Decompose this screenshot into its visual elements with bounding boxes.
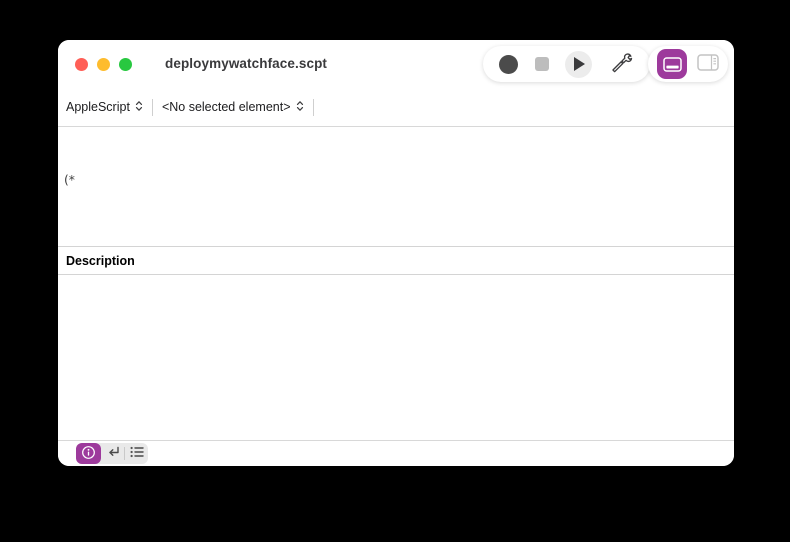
accessory-tab-switcher xyxy=(76,443,148,464)
bundle-contents-button[interactable] xyxy=(697,54,719,74)
traffic-lights xyxy=(75,58,132,71)
language-popup-label: AppleScript xyxy=(66,100,130,114)
close-button[interactable] xyxy=(75,58,88,71)
element-popup-label: <No selected element> xyxy=(162,100,291,114)
accessory-view-button[interactable] xyxy=(657,49,687,79)
language-popup[interactable]: AppleScript xyxy=(66,100,143,115)
script-text-area[interactable]: (* Watch Face Designer Deployer This fil… xyxy=(58,127,734,247)
desktop: { "window": { "title": "deploymywatchfac… xyxy=(0,0,790,542)
popup-chevrons-icon xyxy=(296,100,304,115)
description-tab-button[interactable] xyxy=(76,443,101,464)
stop-button[interactable] xyxy=(535,57,549,71)
bundle-contents-icon xyxy=(697,54,719,74)
navbar-divider xyxy=(313,99,314,116)
stop-icon xyxy=(535,57,549,71)
record-button[interactable] xyxy=(499,55,518,74)
list-icon xyxy=(130,446,144,461)
popup-chevrons-icon xyxy=(135,100,143,115)
return-icon xyxy=(106,446,120,461)
code-line xyxy=(64,223,726,240)
element-popup[interactable]: <No selected element> xyxy=(162,100,304,115)
window-title: deploymywatchface.scpt xyxy=(165,40,327,88)
log-tab-button[interactable] xyxy=(125,443,148,464)
zoom-button[interactable] xyxy=(119,58,132,71)
toolbar-view-group xyxy=(648,46,728,82)
play-icon xyxy=(565,51,592,78)
minimize-button[interactable] xyxy=(97,58,110,71)
description-content-area[interactable] xyxy=(58,275,734,440)
result-tab-button[interactable] xyxy=(101,443,124,464)
script-editor-window: deploymywatchface.scpt xyxy=(58,40,734,466)
run-button[interactable] xyxy=(565,51,592,78)
record-icon xyxy=(499,55,518,74)
navbar-divider xyxy=(152,99,153,116)
info-icon xyxy=(81,445,96,463)
titlebar: deploymywatchface.scpt xyxy=(58,40,734,88)
navigation-bar: AppleScript <No selected element> xyxy=(58,88,734,127)
hammer-icon xyxy=(609,50,634,78)
toolbar-run-group xyxy=(483,46,650,82)
description-header: Description xyxy=(58,247,734,275)
accessory-view-icon xyxy=(657,49,687,79)
compile-button[interactable] xyxy=(609,50,634,78)
code-line: (* xyxy=(64,172,726,189)
bottom-bar xyxy=(58,440,734,466)
